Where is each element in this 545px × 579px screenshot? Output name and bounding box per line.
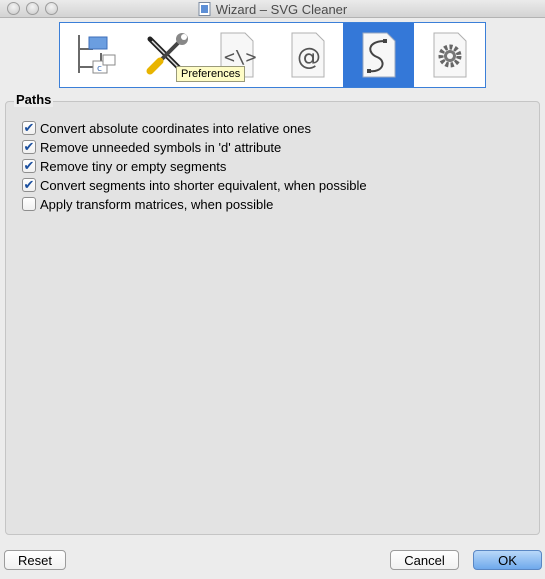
- page-settings-button[interactable]: [414, 23, 485, 87]
- page-tree-button[interactable]: c: [60, 23, 131, 87]
- page-paths-button[interactable]: [343, 23, 415, 87]
- title-bar: Wizard – SVG Cleaner: [0, 0, 545, 18]
- option-label: Remove tiny or empty segments: [40, 158, 227, 174]
- option-label: Convert absolute coordinates into relati…: [40, 120, 311, 136]
- paths-group-title: Paths: [14, 92, 54, 107]
- at-sign-document-icon: @: [291, 32, 325, 78]
- ok-button[interactable]: OK: [473, 550, 542, 570]
- window-title: Wizard – SVG Cleaner: [215, 1, 348, 17]
- page-toolbar: c <\> @: [59, 22, 486, 88]
- checkbox[interactable]: [22, 197, 36, 211]
- svg-text:c: c: [97, 64, 102, 74]
- app-document-icon: [198, 2, 211, 16]
- path-curve-document-icon: [362, 32, 396, 78]
- svg-text:@: @: [297, 43, 321, 71]
- option-shorter-segments[interactable]: Convert segments into shorter equivalent…: [22, 177, 367, 193]
- option-label: Convert segments into shorter equivalent…: [40, 177, 367, 193]
- gear-document-icon: [433, 32, 467, 78]
- cancel-button[interactable]: Cancel: [390, 550, 459, 570]
- option-remove-unneeded-symbols[interactable]: Remove unneeded symbols in 'd' attribute: [22, 139, 281, 155]
- reset-button[interactable]: Reset: [4, 550, 66, 570]
- checkbox[interactable]: [22, 178, 36, 192]
- option-remove-tiny-segments[interactable]: Remove tiny or empty segments: [22, 158, 226, 174]
- svg-text:<\>: <\>: [224, 47, 257, 68]
- checkbox[interactable]: [22, 140, 36, 154]
- option-apply-transform-matrices[interactable]: Apply transform matrices, when possible: [22, 196, 273, 212]
- option-label: Apply transform matrices, when possible: [40, 196, 274, 212]
- page-at-button[interactable]: @: [272, 23, 343, 87]
- option-label: Remove unneeded symbols in 'd' attribute: [40, 139, 282, 155]
- tree-structure-icon: c: [78, 35, 116, 74]
- option-relative-coordinates[interactable]: Convert absolute coordinates into relati…: [22, 120, 311, 136]
- preferences-tooltip: Preferences: [176, 66, 246, 82]
- checkbox[interactable]: [22, 121, 36, 135]
- checkbox[interactable]: [22, 159, 36, 173]
